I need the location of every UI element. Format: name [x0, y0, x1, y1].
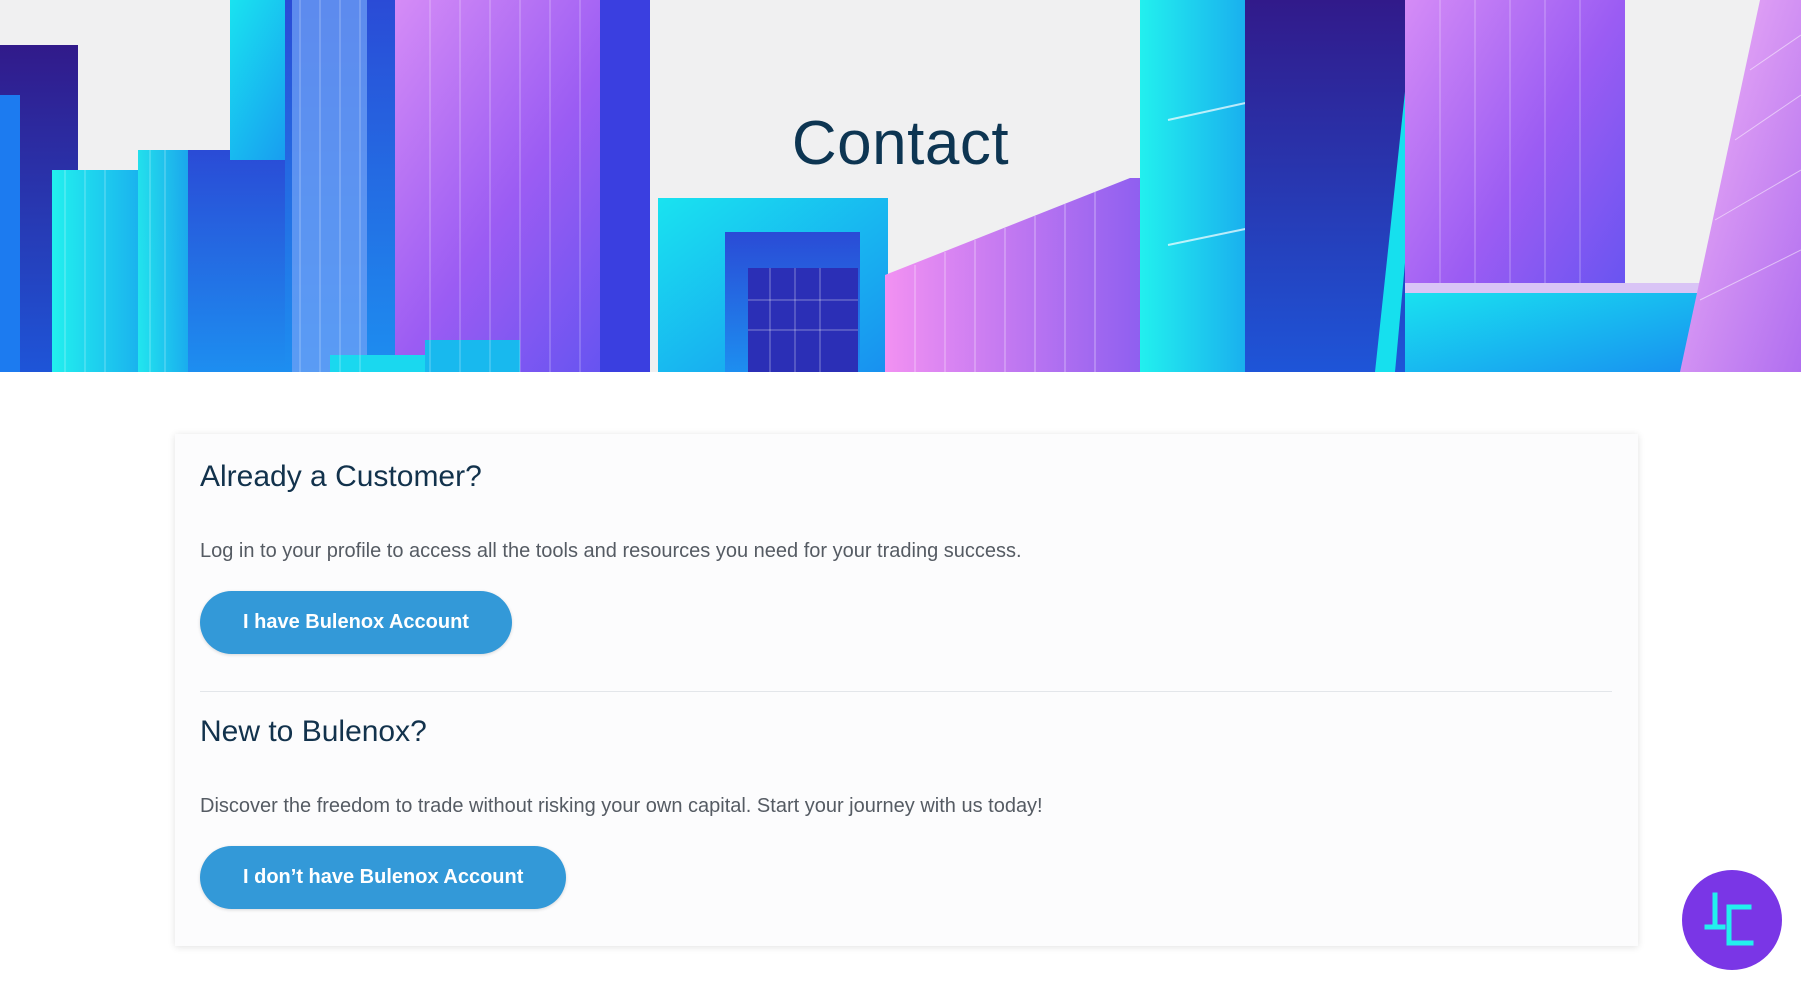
no-account-button[interactable]: I don’t have Bulenox Account [200, 846, 567, 909]
contact-card: Already a Customer? Log in to your profi… [175, 434, 1638, 946]
have-account-button[interactable]: I have Bulenox Account [200, 591, 512, 654]
new-customer-description: Discover the freedom to trade without ri… [200, 795, 1043, 817]
existing-customer-description: Log in to your profile to access all the… [200, 540, 1022, 562]
new-customer-title: New to Bulenox? [200, 715, 427, 748]
page-title: Contact [791, 109, 1010, 178]
tc-logo-icon[interactable] [1682, 870, 1782, 970]
hero-banner: Contact [0, 0, 1801, 372]
section-divider [200, 691, 1612, 692]
tc-logo-glyph [1704, 892, 1754, 946]
city-skyline-illustration [0, 0, 1801, 372]
existing-customer-title: Already a Customer? [200, 460, 482, 493]
